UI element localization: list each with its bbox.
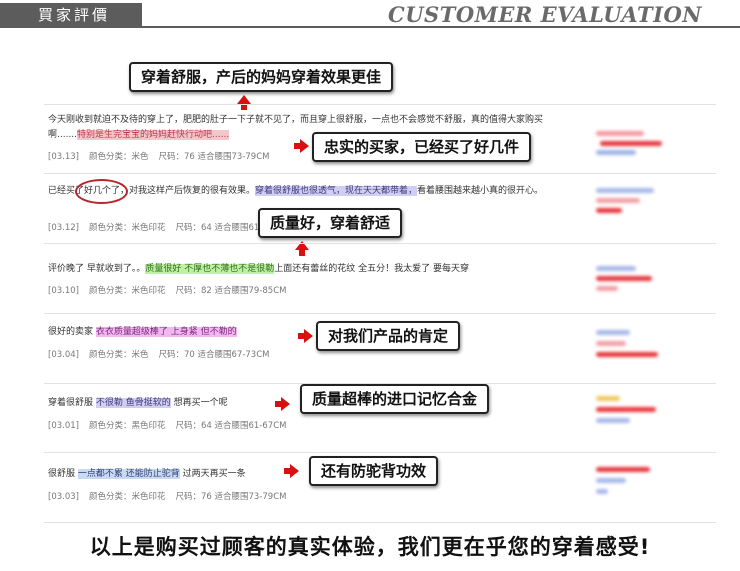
review-date: [03.12] (48, 223, 79, 233)
review-date: [03.04] (48, 350, 79, 360)
review-meta: [03.01] 颜色分类：黑色印花 尺码：64 适合腰围61-67CM (48, 419, 296, 431)
review-color: 颜色分类：米色印花 (88, 223, 166, 233)
review-highlight: 穿着很舒服也很透气，现在天天都带着， (255, 186, 418, 196)
footer-slogan: 以上是购买过顾客的真实体验，我们更在乎您的穿着感受! (89, 535, 651, 559)
list-bottom-divider (44, 522, 716, 523)
review-highlight: 特别是生完宝宝的妈妈赶快行动吧...... (77, 130, 230, 140)
review-meta: [03.03] 颜色分类：米色印花 尺码：76 适合腰围73-79CM (48, 490, 296, 502)
blurred-buyer-info (596, 394, 666, 428)
review-highlight: 质量很好 不厚也不薄也不是很勒 (145, 264, 275, 274)
blurred-buyer-info (596, 129, 666, 163)
review-date: [03.01] (48, 421, 79, 431)
review-color: 颜色分类：米色印花 (88, 286, 166, 296)
review-size: 尺码：82 适合腰围79-85CM (175, 286, 287, 296)
review-color: 颜色分类：米色 (88, 350, 149, 360)
review-date: [03.13] (48, 152, 79, 162)
arrow-up-icon (237, 95, 251, 110)
review-size: 尺码：70 适合腰围67-73CM (158, 350, 270, 360)
callout-quality: 质量好，穿着舒适 (258, 208, 403, 238)
blurred-buyer-info (596, 465, 666, 499)
callout-loyal-buyer: 忠实的买家，已经买了好几件 (312, 132, 532, 162)
review-item: 评价晚了 早就收到了。。质量很好 不厚也不薄也不是很勒上面还有蕾丝的花纹 全五分… (44, 243, 716, 312)
review-item: 很舒服 一点都不累 还能防止驼背 过两天再买一条 [03.03] 颜色分类：米色印… (44, 452, 716, 522)
review-item: 很好的卖家 衣衣质量超级棒了 上身紧 但不勒的 [03.04] 颜色分类：米色 尺码… (44, 313, 716, 383)
review-meta: [03.13] 颜色分类：米色 尺码：76 适合腰围73-79CM (48, 150, 279, 162)
review-highlight: 衣衣质量超级棒了 上身紧 但不勒的 (95, 327, 237, 337)
review-highlight: 一点都不累 还能防止驼背 (77, 469, 180, 479)
review-text: 很舒服 一点都不累 还能防止驼背 过两天再买一条 (48, 469, 246, 479)
callout-comfort: 穿着舒服，产后的妈妈穿着效果更佳 (129, 62, 394, 92)
blurred-buyer-info (596, 186, 666, 220)
review-highlight: 不很勒 鱼骨挺软的 (95, 398, 171, 408)
review-color: 颜色分类：米色 (88, 152, 149, 162)
header-title-en: CUSTOMER EVALUATION (388, 2, 702, 27)
blurred-buyer-info (596, 328, 666, 362)
review-color: 颜色分类：黑色印花 (88, 421, 166, 431)
blurred-buyer-info (596, 264, 666, 298)
header-title-cn: 買家評價 (0, 3, 142, 27)
review-color: 颜色分类：米色印花 (88, 492, 166, 502)
review-size: 尺码：76 适合腰围73-79CM (175, 492, 287, 502)
review-size: 尺码：76 适合腰围73-79CM (158, 152, 270, 162)
review-meta: [03.04] 颜色分类：米色 尺码：70 适合腰围67-73CM (48, 348, 279, 360)
highlight-circle (75, 179, 128, 204)
review-date: [03.10] (48, 286, 79, 296)
review-text: 评价晚了 早就收到了。。质量很好 不厚也不薄也不是很勒上面还有蕾丝的花纹 全五分… (48, 264, 469, 274)
section-header: 買家評價 CUSTOMER EVALUATION (0, 0, 740, 31)
arrow-right-icon (294, 139, 309, 153)
review-date: [03.03] (48, 492, 79, 502)
review-text: 穿着很舒服 不很勒 鱼骨挺软的 想再买一个呢 (48, 398, 228, 408)
review-text: 很好的卖家 衣衣质量超级棒了 上身紧 但不勒的 (48, 327, 237, 337)
review-meta: [03.10] 颜色分类：米色印花 尺码：82 适合腰围79-85CM (48, 284, 296, 296)
review-size: 尺码：64 适合腰围61-67CM (175, 421, 287, 431)
review-item: 穿着很舒服 不很勒 鱼骨挺软的 想再买一个呢 [03.01] 颜色分类：黑色印花尺… (44, 383, 716, 452)
